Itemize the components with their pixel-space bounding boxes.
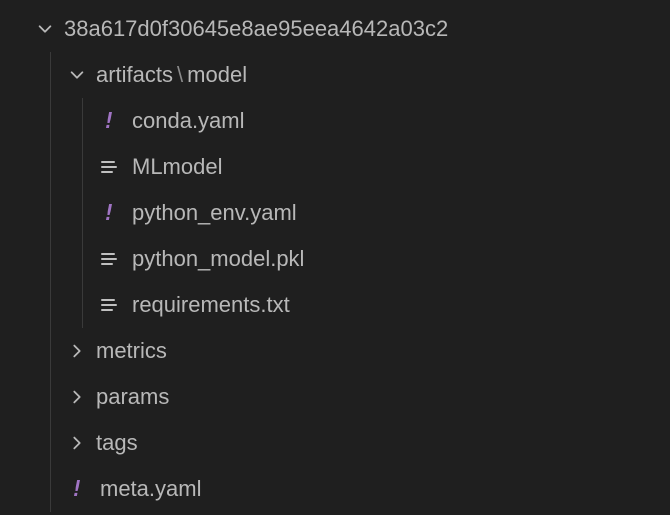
text-icon bbox=[96, 246, 122, 272]
folder-label: params bbox=[96, 384, 169, 410]
chevron-down-icon bbox=[32, 16, 58, 42]
tree-file[interactable]: conda.yaml bbox=[0, 98, 670, 144]
chevron-right-icon bbox=[64, 338, 90, 364]
yaml-icon bbox=[64, 476, 90, 502]
file-label: requirements.txt bbox=[132, 292, 290, 318]
tree-file[interactable]: MLmodel bbox=[0, 144, 670, 190]
yaml-icon bbox=[96, 200, 122, 226]
tree-folder-metrics[interactable]: metrics bbox=[0, 328, 670, 374]
tree-folder-tags[interactable]: tags bbox=[0, 420, 670, 466]
tree-file[interactable]: python_model.pkl bbox=[0, 236, 670, 282]
path-segment: artifacts bbox=[96, 62, 173, 87]
tree-folder-root[interactable]: 38a617d0f30645e8ae95eea4642a03c2 bbox=[0, 6, 670, 52]
folder-label: metrics bbox=[96, 338, 167, 364]
file-label: MLmodel bbox=[132, 154, 222, 180]
file-label: python_model.pkl bbox=[132, 246, 304, 272]
text-icon bbox=[96, 154, 122, 180]
tree-folder-params[interactable]: params bbox=[0, 374, 670, 420]
tree-file[interactable]: requirements.txt bbox=[0, 282, 670, 328]
chevron-right-icon bbox=[64, 384, 90, 410]
folder-label: artifacts\model bbox=[96, 62, 247, 88]
path-separator: \ bbox=[177, 62, 183, 87]
file-label: meta.yaml bbox=[100, 476, 201, 502]
tree-file[interactable]: python_env.yaml bbox=[0, 190, 670, 236]
file-label: python_env.yaml bbox=[132, 200, 297, 226]
folder-label: 38a617d0f30645e8ae95eea4642a03c2 bbox=[64, 16, 448, 42]
chevron-down-icon bbox=[64, 62, 90, 88]
tree-file[interactable]: meta.yaml bbox=[0, 466, 670, 512]
text-icon bbox=[96, 292, 122, 318]
file-label: conda.yaml bbox=[132, 108, 245, 134]
folder-label: tags bbox=[96, 430, 138, 456]
chevron-right-icon bbox=[64, 430, 90, 456]
path-segment: model bbox=[187, 62, 247, 87]
yaml-icon bbox=[96, 108, 122, 134]
file-tree: 38a617d0f30645e8ae95eea4642a03c2 artifac… bbox=[0, 0, 670, 512]
tree-folder-artifacts-model[interactable]: artifacts\model bbox=[0, 52, 670, 98]
